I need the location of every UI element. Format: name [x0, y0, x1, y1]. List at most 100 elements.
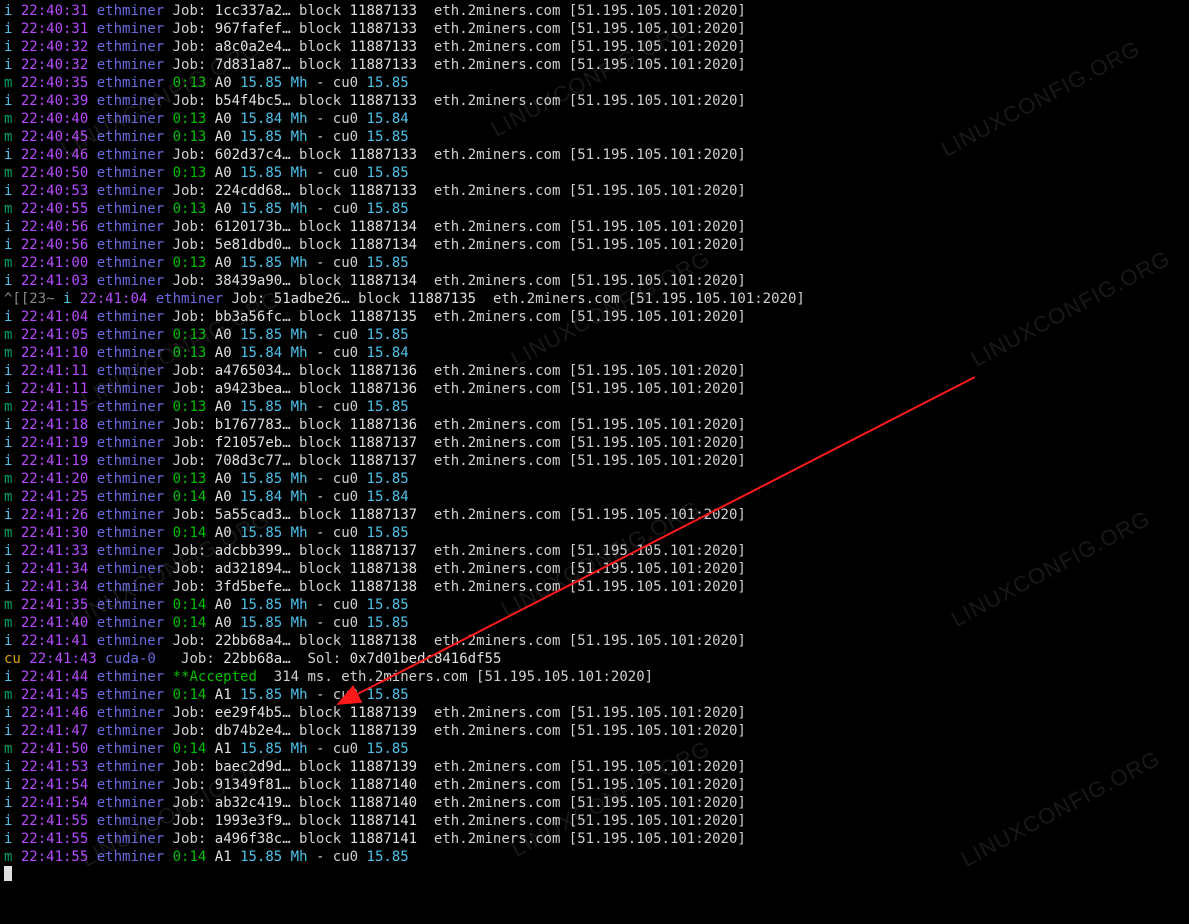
- accepted-count: A0: [215, 165, 232, 181]
- log-line: i 22:41:04 ethminer Job: bb3a56fc… block…: [4, 308, 1185, 326]
- job-hash: a9423bea…: [215, 381, 291, 397]
- block-number: 11887136: [350, 363, 417, 379]
- block-number: 11887138: [350, 633, 417, 649]
- accepted-count: A0: [215, 597, 232, 613]
- log-line: i 22:41:34 ethminer Job: ad321894… block…: [4, 560, 1185, 578]
- log-level: i: [4, 813, 21, 829]
- job-hash: 224cdd68…: [215, 183, 291, 199]
- hashrate: 15.85: [240, 471, 282, 487]
- hashrate: 15.85: [240, 597, 282, 613]
- log-level: m: [4, 255, 21, 271]
- log-line: cu 22:41:43 cuda-0 Job: 22bb68a… Sol: 0x…: [4, 650, 1185, 668]
- log-level: m: [4, 201, 21, 217]
- log-source: ethminer: [97, 201, 164, 217]
- log-source: ethminer: [97, 597, 164, 613]
- log-level: i: [4, 183, 21, 199]
- log-line: i 22:41:18 ethminer Job: b1767783… block…: [4, 416, 1185, 434]
- gpu-hashrate: 15.85: [367, 597, 409, 613]
- accepted-count: A1: [215, 687, 232, 703]
- job-hash: 22bb68a4…: [215, 633, 291, 649]
- log-line: i 22:41:54 ethminer Job: ab32c419… block…: [4, 794, 1185, 812]
- timestamp: 22:41:05: [21, 327, 88, 343]
- log-level: i: [4, 237, 21, 253]
- log-line: m 22:41:45 ethminer 0:14 A1 15.85 Mh - c…: [4, 686, 1185, 704]
- log-level: i: [4, 453, 21, 469]
- log-line: m 22:41:55 ethminer 0:14 A1 15.85 Mh - c…: [4, 848, 1185, 866]
- log-source: ethminer: [97, 741, 164, 757]
- log-line: m 22:41:15 ethminer 0:13 A0 15.85 Mh - c…: [4, 398, 1185, 416]
- block-number: 11887139: [350, 759, 417, 775]
- log-source: ethminer: [97, 507, 164, 523]
- accepted-count: A1: [215, 741, 232, 757]
- log-line: m 22:40:50 ethminer 0:13 A0 15.85 Mh - c…: [4, 164, 1185, 182]
- block-number: 11887141: [350, 831, 417, 847]
- accepted-count: A0: [215, 399, 232, 415]
- log-source: ethminer: [97, 399, 164, 415]
- hashrate: 15.85: [240, 201, 282, 217]
- log-line: m 22:41:50 ethminer 0:14 A1 15.85 Mh - c…: [4, 740, 1185, 758]
- job-hash: a4765034…: [215, 363, 291, 379]
- log-level: i: [4, 633, 21, 649]
- block-number: 11887133: [350, 183, 417, 199]
- job-hash: bb3a56fc…: [215, 309, 291, 325]
- uptime: 0:14: [173, 687, 207, 703]
- timestamp: 22:40:50: [21, 165, 88, 181]
- job-hash: f21057eb…: [215, 435, 291, 451]
- gpu-hashrate: 15.85: [367, 741, 409, 757]
- job-hash: a8c0a2e4…: [215, 39, 291, 55]
- log-level: i: [4, 669, 21, 685]
- log-line: i 22:41:55 ethminer Job: 1993e3f9… block…: [4, 812, 1185, 830]
- accepted-count: A0: [215, 489, 232, 505]
- log-line: i 22:41:19 ethminer Job: f21057eb… block…: [4, 434, 1185, 452]
- log-level: m: [4, 111, 21, 127]
- block-number: 11887137: [350, 507, 417, 523]
- timestamp: 22:41:54: [21, 795, 88, 811]
- gpu-hashrate: 15.85: [367, 201, 409, 217]
- timestamp: 22:41:33: [21, 543, 88, 559]
- hashrate: 15.85: [240, 741, 282, 757]
- timestamp: 22:41:20: [21, 471, 88, 487]
- hashrate: 15.85: [240, 399, 282, 415]
- uptime: 0:14: [173, 489, 207, 505]
- block-number: 11887139: [350, 723, 417, 739]
- log-source: ethminer: [156, 291, 223, 307]
- log-source: ethminer: [97, 93, 164, 109]
- log-line: i 22:41:11 ethminer Job: a4765034… block…: [4, 362, 1185, 380]
- hashrate: 15.84: [240, 111, 282, 127]
- log-source: ethminer: [97, 525, 164, 541]
- timestamp: 22:40:32: [21, 39, 88, 55]
- block-number: 11887133: [350, 39, 417, 55]
- timestamp: 22:41:34: [21, 579, 88, 595]
- log-line: ^[[23~ i 22:41:04 ethminer Job: 51adbe26…: [4, 290, 1185, 308]
- log-line: m 22:40:55 ethminer 0:13 A0 15.85 Mh - c…: [4, 200, 1185, 218]
- timestamp: 22:40:31: [21, 21, 88, 37]
- timestamp: 22:40:46: [21, 147, 88, 163]
- timestamp: 22:41:15: [21, 399, 88, 415]
- block-number: 11887133: [350, 93, 417, 109]
- uptime: 0:13: [173, 165, 207, 181]
- uptime: 0:14: [173, 525, 207, 541]
- gpu-hashrate: 15.85: [367, 255, 409, 271]
- block-number: 11887133: [350, 147, 417, 163]
- uptime: 0:14: [173, 741, 207, 757]
- log-source: ethminer: [97, 579, 164, 595]
- log-source: ethminer: [97, 309, 164, 325]
- log-source: ethminer: [97, 687, 164, 703]
- log-source: ethminer: [97, 129, 164, 145]
- timestamp: 22:41:19: [21, 435, 88, 451]
- log-line: i 22:40:32 ethminer Job: 7d831a87… block…: [4, 56, 1185, 74]
- gpu-hashrate: 15.85: [367, 327, 409, 343]
- job-hash: 51adbe26…: [274, 291, 350, 307]
- gpu-hashrate: 15.84: [367, 345, 409, 361]
- uptime: 0:13: [173, 255, 207, 271]
- log-source: ethminer: [97, 183, 164, 199]
- log-source: ethminer: [97, 471, 164, 487]
- job-hash: 7d831a87…: [215, 57, 291, 73]
- gpu-hashrate: 15.84: [367, 111, 409, 127]
- timestamp: 22:41:43: [29, 651, 96, 667]
- log-source: ethminer: [97, 3, 164, 19]
- timestamp: 22:41:34: [21, 561, 88, 577]
- accepted-count: A0: [215, 129, 232, 145]
- log-level: i: [4, 219, 21, 235]
- gpu-hashrate: 15.85: [367, 165, 409, 181]
